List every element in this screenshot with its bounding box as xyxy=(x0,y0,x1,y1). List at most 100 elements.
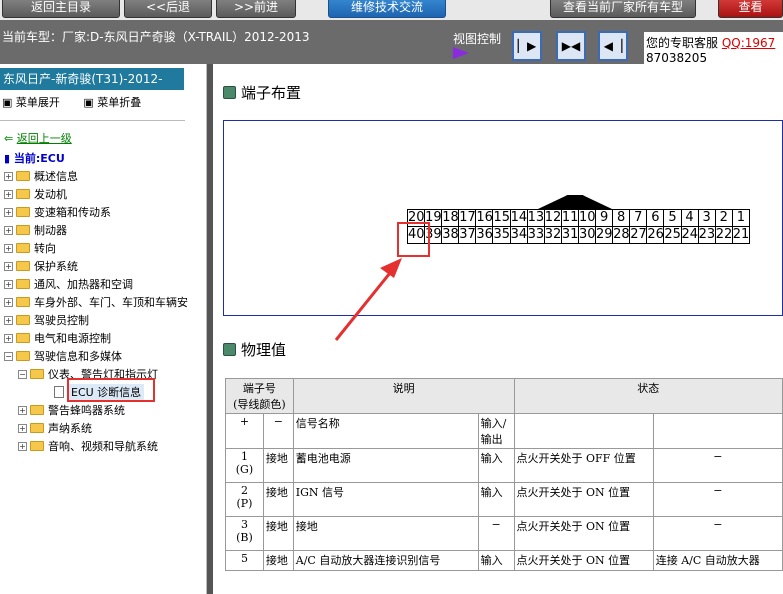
tree-item[interactable]: + 通风、加热器和空调 xyxy=(4,276,133,292)
header-condition xyxy=(513,413,654,449)
expand-icon[interactable]: + xyxy=(4,279,13,289)
connector-pin: 21 xyxy=(731,226,750,244)
header-state xyxy=(652,413,783,449)
tree-item[interactable]: + 声纳系统 xyxy=(18,420,92,436)
bullet-icon xyxy=(223,86,236,99)
connector-pin: 38 xyxy=(441,226,460,244)
tree-item[interactable]: + 变速箱和传动系 xyxy=(4,204,111,220)
back-arrow-icon: ⇐ xyxy=(4,132,14,145)
tree-item-label: 驾驶信息和多媒体 xyxy=(34,350,122,363)
expand-icon[interactable]: + xyxy=(4,333,13,343)
highlight-box xyxy=(67,378,155,402)
tree-item[interactable]: + 制动器 xyxy=(4,222,67,238)
header-io: 输入/输出 xyxy=(477,413,515,449)
expand-icon[interactable]: + xyxy=(4,207,13,217)
connector-pin: 25 xyxy=(663,226,682,244)
condition-cell: 点火开关处于 OFF 位置 xyxy=(513,448,654,483)
connector-pin: 11 xyxy=(560,209,579,227)
connector-pin: 33 xyxy=(526,226,545,244)
state-cell: − xyxy=(652,516,783,551)
split-view-icon[interactable]: ▶◀ xyxy=(556,31,586,61)
tree-item-label: 车身外部、车门、车顶和车辆安 xyxy=(34,296,188,309)
header-io-line1: 输入/ xyxy=(480,417,507,430)
folder-icon xyxy=(16,189,30,199)
expand-left-icon[interactable]: ◀▕ xyxy=(598,31,628,61)
connector-pin: 8 xyxy=(612,209,631,227)
expand-icon[interactable]: + xyxy=(4,189,13,199)
terminal-number: 1 xyxy=(240,450,248,463)
expand-icon[interactable]: + xyxy=(4,171,13,181)
table-row: 2 (P) 接地 IGN 信号 输入 点火开关处于 ON 位置 − xyxy=(225,482,783,517)
terminal-cell: 1 (G) xyxy=(225,448,264,483)
connector-pin: 22 xyxy=(714,226,733,244)
pin-row-top: 20 19 18 17 16 15 14 13 12 11 10 9 8 7 6 5 4 3 2 1 xyxy=(407,209,750,227)
folder-icon xyxy=(16,315,30,325)
view-all-models-button[interactable]: 查看当前厂家所有车型 xyxy=(550,0,696,18)
io-cell: − xyxy=(477,516,515,551)
collapse-icon[interactable]: − xyxy=(4,351,13,361)
tree-item[interactable]: + 音响、视频和导航系统 xyxy=(18,438,158,454)
tree-item[interactable]: + 转向 xyxy=(4,240,56,256)
bullet-icon xyxy=(223,343,236,356)
expand-right-icon[interactable]: ▏▶ xyxy=(512,31,542,61)
tree-item[interactable]: − 驾驶信息和多媒体 xyxy=(4,348,122,364)
collapse-icon[interactable]: − xyxy=(18,369,27,379)
expand-icon[interactable]: + xyxy=(4,261,13,271)
connector-pin: 35 xyxy=(492,226,511,244)
expand-icon[interactable]: + xyxy=(18,423,27,433)
document-icon xyxy=(54,386,64,398)
qq-link[interactable]: QQ:1967 xyxy=(722,36,775,50)
tree-item[interactable]: + 保护系统 xyxy=(4,258,78,274)
back-level-link[interactable]: ⇐ 返回上一级 xyxy=(4,130,72,146)
header-io-line2: 输出 xyxy=(480,433,503,446)
table-row: 1 (G) 接地 蓄电池电源 输入 点火开关处于 OFF 位置 − xyxy=(225,448,783,483)
expand-icon[interactable]: + xyxy=(4,243,13,253)
sidebar: 东风日产-新奇骏(T31)-2012- ▣ 菜单展开 ▣ 菜单折叠 ⇐ 返回上一… xyxy=(0,64,207,594)
tree-item-label: 制动器 xyxy=(34,224,67,237)
expand-icon[interactable]: + xyxy=(4,225,13,235)
menu-expand-label: 菜单展开 xyxy=(15,96,60,109)
menu-collapse[interactable]: ▣ 菜单折叠 xyxy=(83,96,151,109)
back-button[interactable]: <<后退 xyxy=(124,0,212,18)
tree-item[interactable]: + 警告蜂鸣器系统 xyxy=(18,402,125,418)
menu-expand[interactable]: ▣ 菜单展开 xyxy=(2,96,70,109)
home-button[interactable]: 返回主目录 xyxy=(2,0,120,18)
expand-icon[interactable]: + xyxy=(18,441,27,451)
table-row: 3 (B) 接地 接地 − 点火开关处于 ON 位置 − xyxy=(225,516,783,551)
folder-icon xyxy=(16,243,30,253)
tree-item[interactable]: + 电气和电源控制 xyxy=(4,330,111,346)
expand-icon[interactable]: + xyxy=(4,315,13,325)
connector-pin: 23 xyxy=(697,226,716,244)
forward-button[interactable]: >>前进 xyxy=(216,0,296,18)
ground-cell: 接地 xyxy=(262,482,294,517)
connector-pin: 2 xyxy=(714,209,733,227)
tree-item-label: 发动机 xyxy=(34,188,67,201)
io-cell: 输入 xyxy=(477,448,515,483)
tree-item[interactable]: + 概述信息 xyxy=(4,168,78,184)
tree-item-label: 警告蜂鸣器系统 xyxy=(48,404,125,417)
tree-item[interactable]: + 车身外部、车门、车顶和车辆安 xyxy=(4,294,188,310)
tree-item-label: 通风、加热器和空调 xyxy=(34,278,133,291)
tree-item[interactable]: + 驾驶员控制 xyxy=(4,312,89,328)
tech-exchange-button[interactable]: 维修技术交流 xyxy=(328,0,446,18)
wire-color: (P) xyxy=(236,497,253,510)
signal-cell: 接地 xyxy=(292,516,479,551)
folder-open-icon xyxy=(16,351,30,361)
header-terminal: 端子号 (导线颜色) xyxy=(225,378,294,414)
tree-item[interactable]: + 发动机 xyxy=(4,186,67,202)
view-button[interactable]: 查看 xyxy=(718,0,783,18)
connector-pin: 32 xyxy=(543,226,562,244)
tree-item-label: 音响、视频和导航系统 xyxy=(48,440,158,453)
state-cell: − xyxy=(652,448,783,483)
connector-pin: 5 xyxy=(663,209,682,227)
connector-pin: 4 xyxy=(680,209,699,227)
header-description: 说明 xyxy=(292,378,515,414)
connector-pin: 1 xyxy=(731,209,750,227)
expand-icon[interactable]: + xyxy=(18,405,27,415)
folder-icon xyxy=(16,171,30,181)
header-signal: 信号名称 xyxy=(292,413,479,449)
connector-pin: 15 xyxy=(492,209,511,227)
connector-pin: 7 xyxy=(629,209,648,227)
header-status: 状态 xyxy=(513,378,783,414)
expand-icon[interactable]: + xyxy=(4,297,13,307)
